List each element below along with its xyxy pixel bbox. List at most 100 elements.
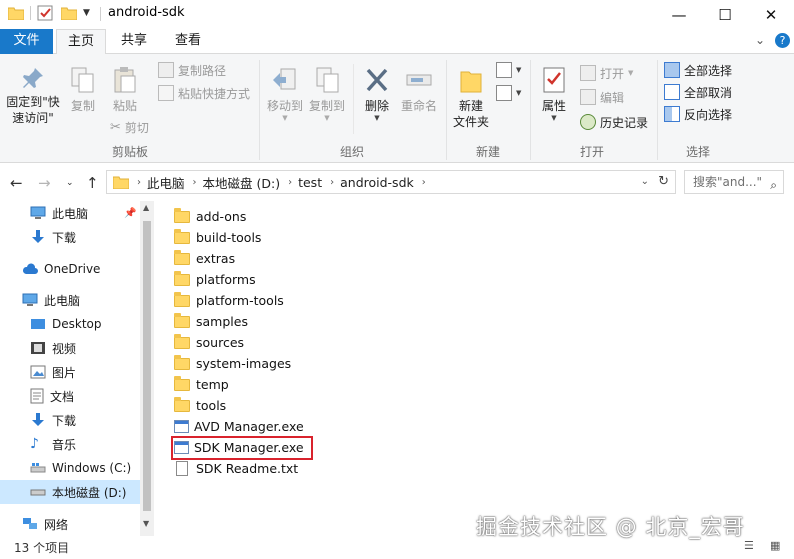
easy-access-button[interactable]: ▼ [496,83,521,103]
pin-icon[interactable]: 📌 [124,208,136,219]
copy-button[interactable]: 复制 [66,66,100,114]
paste-shortcut-button[interactable]: 粘贴快捷方式 [158,83,250,103]
tab-home[interactable]: 主页 [56,29,106,55]
pc-icon [30,206,46,219]
breadcrumb-this-pc[interactable]: 此电脑 [147,173,185,192]
nav-item-documents[interactable]: 文档 [0,384,140,408]
recent-locations-icon[interactable]: ⌄ [66,178,74,188]
list-item[interactable]: SDK Readme.txt [174,458,298,479]
nav-item-network[interactable]: 网络 [0,512,140,536]
copy-to-button[interactable]: 复制到 ▼ [306,66,348,122]
move-to-button[interactable]: 移动到 ▼ [264,66,306,122]
navigation-bar: ← → ⌄ ↑ › 此电脑 › 本地磁盘 (D:) › test › andro… [0,163,794,201]
back-icon[interactable]: ← [10,174,23,192]
nav-item-pictures[interactable]: 图片 [0,360,140,384]
nav-item-onedrive[interactable]: OneDrive [0,257,140,281]
list-item[interactable]: extras [174,248,235,269]
new-group-label: 新建 [475,145,500,159]
collapse-ribbon-icon[interactable]: ⌄ [755,33,765,47]
breadcrumb-chevron-icon[interactable]: › [137,177,141,188]
new-folder-button[interactable]: 新建 文件夹 [450,66,492,130]
nav-item-this-pc-quick[interactable]: 此电脑 📌 [0,201,140,225]
up-icon[interactable]: ↑ [86,174,99,192]
scrollbar-thumb[interactable] [143,221,151,511]
rename-button[interactable]: 重命名 [398,66,440,114]
list-item[interactable]: AVD Manager.exe [174,416,304,437]
properties-button[interactable]: 属性 ▼ [536,66,572,122]
quick-access-dropdown-icon[interactable]: ▼ [83,8,90,18]
file-name: samples [196,314,248,329]
pin-quick-access-button[interactable]: 固定到"快 速访问" [4,66,62,126]
breadcrumb-chevron-icon[interactable]: › [288,177,292,188]
invert-selection-button[interactable]: 反向选择 [664,104,732,124]
nav-label: OneDrive [44,262,101,276]
open-button[interactable]: 打开 ▼ [580,63,633,83]
list-item[interactable]: platforms [174,269,256,290]
new-item-button[interactable]: ▼ [496,60,521,80]
nav-item-desktop[interactable]: Desktop [0,312,140,336]
forward-icon[interactable]: → [38,174,51,192]
breadcrumb-chevron-icon[interactable]: › [193,177,197,188]
cut-button[interactable]: ✂ 剪切 [110,117,149,137]
minimize-button[interactable]: — [656,0,702,29]
search-icon[interactable]: ⌕ [770,174,777,196]
rename-label: 重命名 [400,99,437,113]
details-view-icon[interactable]: ☰ [744,539,754,552]
tab-share[interactable]: 共享 [114,29,154,54]
close-button[interactable]: ✕ [748,0,794,29]
list-item[interactable]: platform-tools [174,290,284,311]
list-item[interactable]: system-images [174,353,291,374]
scroll-down-icon[interactable]: ▼ [143,519,149,528]
tab-file[interactable]: 文件 [0,29,53,54]
address-bar[interactable]: › 此电脑 › 本地磁盘 (D:) › test › android-sdk ›… [106,170,676,194]
nav-item-this-pc[interactable]: 此电脑 [0,288,140,312]
list-item[interactable]: sources [174,332,244,353]
folder-icon [174,333,190,349]
search-box[interactable]: 搜索"and..." ⌕ [684,170,784,194]
new-folder-icon[interactable] [61,6,77,20]
delete-button[interactable]: 删除 ▼ [360,66,394,122]
select-all-button[interactable]: 全部选择 [664,60,732,80]
nav-pane-scrollbar[interactable]: ▲ ▼ [140,201,154,536]
edit-button[interactable]: 编辑 [580,87,624,107]
properties-icon [543,67,565,93]
refresh-icon[interactable]: ↻ [658,174,669,189]
nav-item-windows-c[interactable]: Windows (C:) [0,456,140,480]
file-name: extras [196,251,236,266]
list-item[interactable]: temp [174,374,229,395]
nav-label: 此电脑 [44,293,81,308]
nav-label: Desktop [52,317,102,331]
nav-item-downloads[interactable]: 下载 [0,408,140,432]
nav-item-music[interactable]: ♪ 音乐 [0,432,140,456]
maximize-button[interactable]: ☐ [702,0,748,29]
invert-selection-label: 反向选择 [684,107,733,122]
nav-item-local-disk-d[interactable]: 本地磁盘 (D:) [0,480,140,504]
properties-icon[interactable] [37,5,53,21]
breadcrumb-chevron-icon[interactable]: › [422,177,426,188]
list-item[interactable]: build-tools [174,227,261,248]
file-name: system-images [196,356,292,371]
nav-label: 文档 [50,389,75,404]
breadcrumb-chevron-icon[interactable]: › [330,177,334,188]
breadcrumb-local-disk-d[interactable]: 本地磁盘 (D:) [203,173,281,192]
text-file-icon [176,461,188,476]
breadcrumb-android-sdk[interactable]: android-sdk [340,175,414,190]
list-item[interactable]: add-ons [174,206,246,227]
breadcrumb-test[interactable]: test [298,175,322,190]
tab-view[interactable]: 查看 [168,29,208,54]
large-icons-view-icon[interactable]: ▦ [770,539,780,552]
download-icon [32,413,44,426]
list-item[interactable]: samples [174,311,248,332]
select-none-button[interactable]: 全部取消 [664,82,732,102]
pin-icon [23,68,43,88]
scroll-up-icon[interactable]: ▲ [143,203,149,212]
history-button[interactable]: 历史记录 [580,112,648,132]
nav-item-videos[interactable]: 视频 [0,336,140,360]
help-icon[interactable]: ? [775,33,790,48]
nav-item-downloads-quick[interactable]: 下载 [0,225,140,249]
list-item[interactable]: tools [174,395,226,416]
folder-icon[interactable] [8,6,24,20]
copy-path-button[interactable]: 复制路径 [158,60,226,80]
paste-button[interactable]: 粘贴 [108,66,142,114]
address-dropdown-icon[interactable]: ⌄ [641,176,649,187]
